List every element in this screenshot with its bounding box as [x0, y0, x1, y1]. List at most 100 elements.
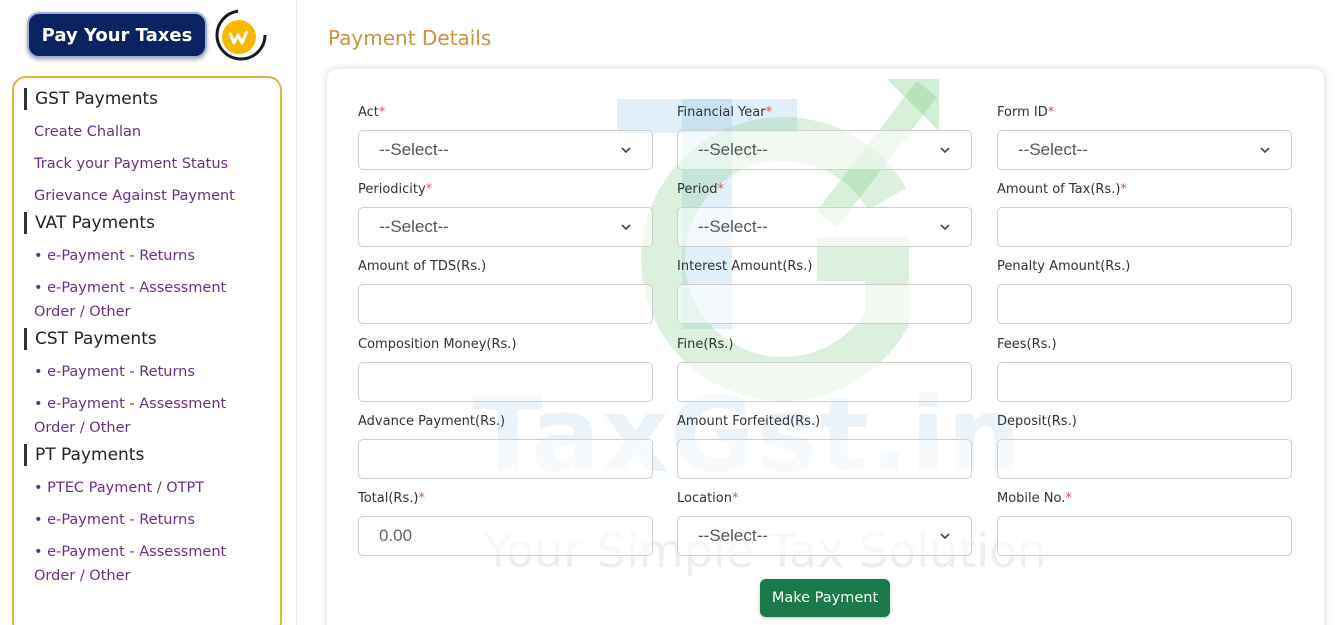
menu-link-vat-assessment[interactable]: • e-Payment - Assessment: [24, 276, 280, 300]
field-label: Period*: [677, 182, 725, 197]
penalty-amount-input[interactable]: [997, 284, 1292, 324]
pay-your-taxes-button[interactable]: Pay Your Taxes: [27, 12, 207, 58]
financial-year-select[interactable]: --Select--: [677, 130, 972, 170]
field-advance-payment: Advance Payment(Rs.): [358, 412, 653, 479]
field-amount-of-tds: Amount of TDS(Rs.): [358, 257, 653, 324]
field-form-id: Form ID* --Select--: [997, 103, 1292, 170]
amount-of-tax-input[interactable]: [997, 207, 1292, 247]
field-label: Fees(Rs.): [997, 337, 1057, 352]
menu-heading-pt: PT Payments: [24, 444, 280, 466]
field-mobile-no: Mobile No.*: [997, 489, 1292, 556]
deposit-field[interactable]: [1018, 449, 1271, 469]
menu-heading-cst: CST Payments: [24, 328, 280, 350]
periodicity-select[interactable]: --Select--: [358, 207, 653, 247]
field-location: Location* --Select--: [677, 489, 972, 556]
mobile-no-field[interactable]: [1018, 526, 1271, 546]
interest-amount-field[interactable]: [698, 294, 951, 314]
total-field[interactable]: [379, 526, 632, 546]
advance-payment-field[interactable]: [379, 449, 632, 469]
total-input[interactable]: [358, 516, 653, 556]
pay-header: Pay Your Taxes: [27, 9, 267, 61]
field-label: Location*: [677, 491, 739, 506]
menu-heading-vat: VAT Payments: [24, 212, 280, 234]
menu-section-vat: VAT Payments • e-Payment - Returns • e-P…: [24, 212, 280, 324]
menu-link-pt-assessment[interactable]: • e-Payment - Assessment: [24, 540, 280, 564]
penalty-amount-field[interactable]: [1018, 294, 1271, 314]
field-label: Form ID*: [997, 105, 1055, 120]
field-label: Amount of TDS(Rs.): [358, 259, 487, 274]
make-payment-button[interactable]: Make Payment: [760, 579, 890, 617]
menu-section-cst: CST Payments • e-Payment - Returns • e-P…: [24, 328, 280, 440]
field-label: Deposit(Rs.): [997, 414, 1077, 429]
menu-link-cst-returns[interactable]: • e-Payment - Returns: [24, 360, 280, 384]
composition-money-input[interactable]: [358, 362, 653, 402]
field-label: Penalty Amount(Rs.): [997, 259, 1131, 274]
menu-link-create-challan[interactable]: Create Challan: [24, 120, 280, 144]
page-title: Payment Details: [328, 26, 492, 50]
field-amount-of-tax: Amount of Tax(Rs.)*: [997, 180, 1292, 247]
field-composition-money: Composition Money(Rs.): [358, 335, 653, 402]
field-label: Fine(Rs.): [677, 337, 734, 352]
mobile-no-input[interactable]: [997, 516, 1292, 556]
left-sidebar: Pay Your Taxes GST Payments Create Chall…: [0, 0, 297, 625]
field-fees: Fees(Rs.): [997, 335, 1292, 402]
menu-link-grievance[interactable]: Grievance Against Payment: [24, 184, 280, 208]
field-label: Act*: [358, 105, 386, 120]
menu-link-vat-returns[interactable]: • e-Payment - Returns: [24, 244, 280, 268]
menu-section-pt: PT Payments • PTEC Payment / OTPT • e-Pa…: [24, 444, 280, 588]
chevron-down-icon: [939, 144, 951, 156]
field-label: Advance Payment(Rs.): [358, 414, 506, 429]
amount-forfeited-field[interactable]: [698, 449, 951, 469]
composition-money-field[interactable]: [379, 372, 632, 392]
field-label: Financial Year*: [677, 105, 773, 120]
field-deposit: Deposit(Rs.): [997, 412, 1292, 479]
chevron-down-icon: [939, 530, 951, 542]
interest-amount-input[interactable]: [677, 284, 972, 324]
advance-payment-input[interactable]: [358, 439, 653, 479]
menu-link-ptec-payment[interactable]: • PTEC Payment / OTPT: [24, 476, 280, 500]
menu-link-cst-assessment[interactable]: • e-Payment - Assessment: [24, 392, 280, 416]
field-financial-year: Financial Year* --Select--: [677, 103, 972, 170]
brand-logo-icon: [215, 9, 267, 61]
menu-heading-gst: GST Payments: [24, 88, 280, 110]
chevron-down-icon: [620, 221, 632, 233]
fees-field[interactable]: [1018, 372, 1271, 392]
amount-of-tds-input[interactable]: [358, 284, 653, 324]
field-label: Amount Forfeited(Rs.): [677, 414, 821, 429]
menu-link-vat-assessment-cont[interactable]: Order / Other: [24, 300, 280, 324]
field-period: Period* --Select--: [677, 180, 972, 247]
field-periodicity: Periodicity* --Select--: [358, 180, 653, 247]
fees-input[interactable]: [997, 362, 1292, 402]
field-penalty-amount: Penalty Amount(Rs.): [997, 257, 1292, 324]
deposit-input[interactable]: [997, 439, 1292, 479]
field-label: Amount of Tax(Rs.)*: [997, 182, 1127, 197]
act-select[interactable]: --Select--: [358, 130, 653, 170]
payment-form-card: TaxGst.in Your Simple Tax Solution Act* …: [327, 69, 1324, 625]
form-id-select[interactable]: --Select--: [997, 130, 1292, 170]
menu-section-gst: GST Payments Create Challan Track your P…: [24, 88, 280, 208]
field-label: Mobile No.*: [997, 491, 1072, 506]
payments-menu: GST Payments Create Challan Track your P…: [12, 76, 282, 625]
field-label: Total(Rs.)*: [358, 491, 425, 506]
field-fine: Fine(Rs.): [677, 335, 972, 402]
menu-link-pt-assessment-cont[interactable]: Order / Other: [24, 564, 280, 588]
menu-link-track-payment-status[interactable]: Track your Payment Status: [24, 152, 280, 176]
field-label: Composition Money(Rs.): [358, 337, 517, 352]
fine-field[interactable]: [698, 372, 951, 392]
period-select[interactable]: --Select--: [677, 207, 972, 247]
field-label: Periodicity*: [358, 182, 433, 197]
menu-link-cst-assessment-cont[interactable]: Order / Other: [24, 416, 280, 440]
field-total: Total(Rs.)*: [358, 489, 653, 556]
chevron-down-icon: [620, 144, 632, 156]
field-interest-amount: Interest Amount(Rs.): [677, 257, 972, 324]
fine-input[interactable]: [677, 362, 972, 402]
menu-link-pt-returns[interactable]: • e-Payment - Returns: [24, 508, 280, 532]
field-label: Interest Amount(Rs.): [677, 259, 813, 274]
chevron-down-icon: [939, 221, 951, 233]
chevron-down-icon: [1259, 144, 1271, 156]
location-select[interactable]: --Select--: [677, 516, 972, 556]
amount-forfeited-input[interactable]: [677, 439, 972, 479]
field-amount-forfeited: Amount Forfeited(Rs.): [677, 412, 972, 479]
amount-of-tax-field[interactable]: [1018, 217, 1271, 237]
amount-of-tds-field[interactable]: [379, 294, 632, 314]
